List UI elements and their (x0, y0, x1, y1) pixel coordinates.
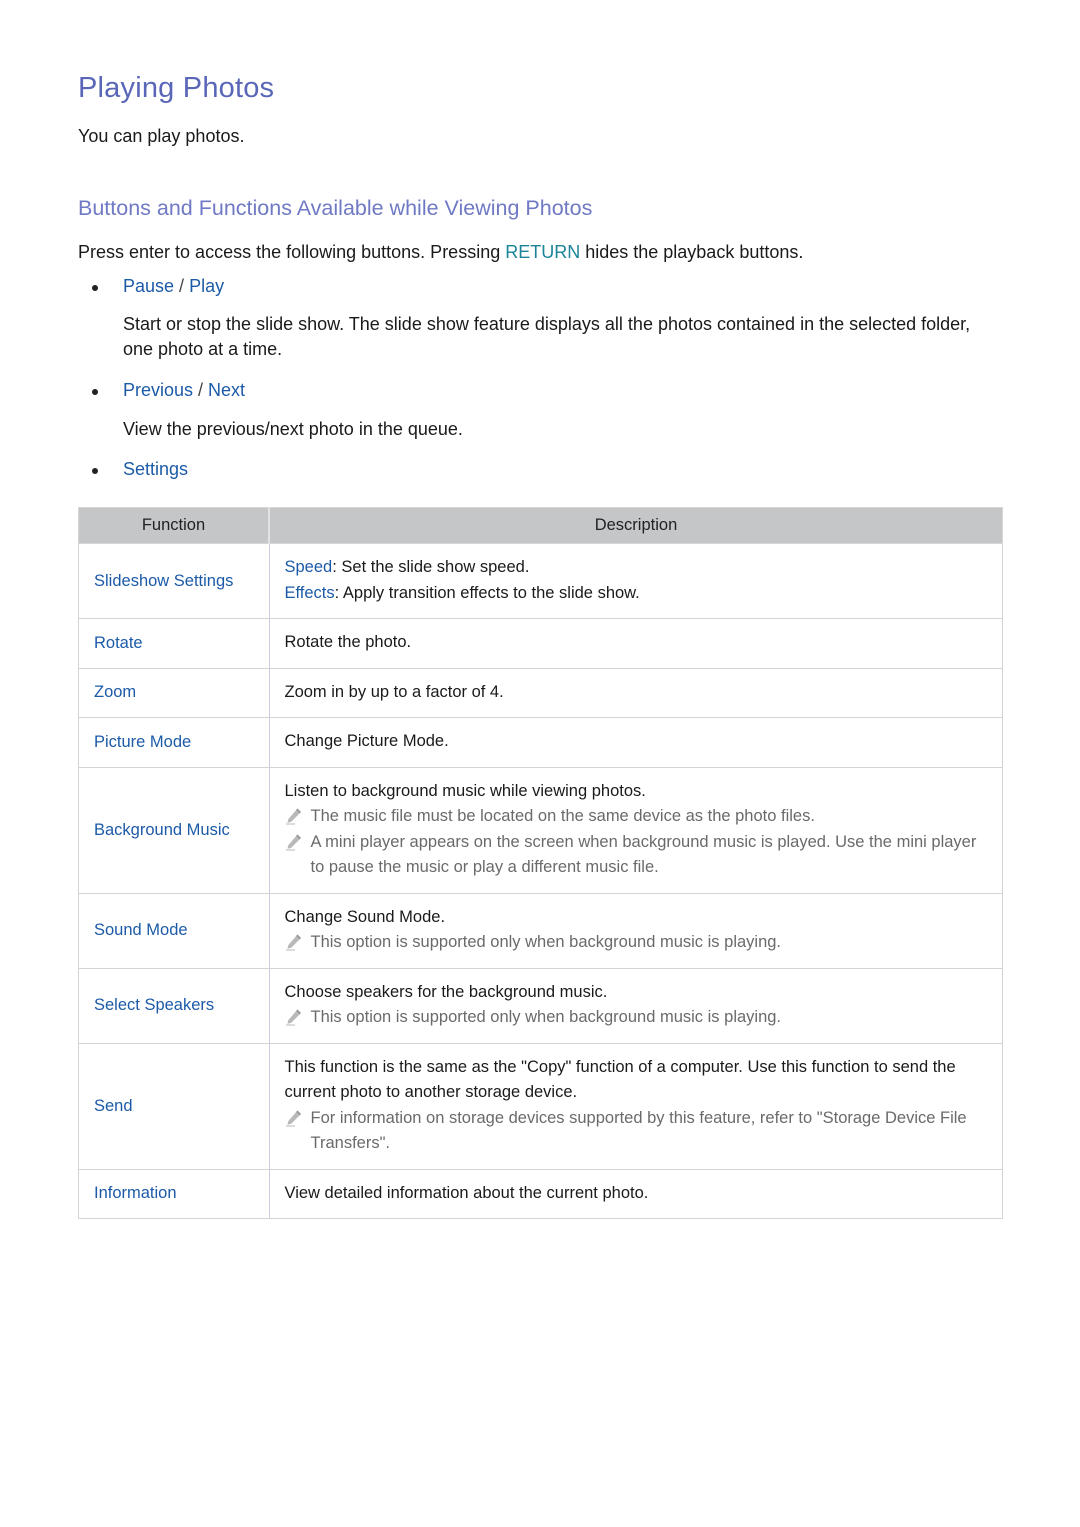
function-description: View detailed information about the curr… (269, 1168, 1003, 1219)
description-text: Change Sound Mode. (284, 907, 446, 926)
pause-label: Pause (123, 276, 175, 296)
note-text: This option is supported only when backg… (310, 1008, 782, 1026)
table-row: Rotate Rotate the photo. (78, 618, 1003, 669)
pencil-icon (285, 1109, 303, 1127)
description-text: This function is the same as the "Copy" … (284, 1057, 956, 1102)
settings-label: Settings (123, 459, 189, 479)
bullet-description: Start or stop the slide show. The slide … (123, 314, 971, 359)
function-description: Speed: Set the slide show speed. Effects:… (269, 543, 1003, 619)
note-text: This option is supported only when backg… (310, 933, 782, 951)
note: This option is supported only when backg… (285, 1005, 989, 1031)
function-name: Slideshow Settings (78, 543, 270, 619)
return-keyword: RETURN (505, 242, 581, 262)
function-name: Zoom (78, 667, 270, 718)
functions-table: Function Description Slideshow Settings S… (78, 507, 1003, 1219)
option-key: Effects (284, 583, 335, 602)
table-header-row: Function Description (78, 507, 1003, 544)
section-title: Buttons and Functions Available while Vi… (78, 196, 593, 220)
next-label: Next (208, 380, 246, 400)
function-name: Sound Mode (78, 892, 270, 969)
table-row: Zoom Zoom in by up to a factor of 4. (78, 667, 1003, 718)
bullet-label: Pause / Play (123, 276, 224, 297)
function-description: Change Sound Mode. This option is support… (269, 892, 1003, 969)
function-name: Background Music (78, 766, 270, 894)
table-row: Information View detailed information abo… (78, 1168, 1003, 1219)
bullet-dot-icon (92, 468, 98, 474)
description-text: Zoom in by up to a factor of 4. (284, 682, 504, 701)
description-text: Choose speakers for the background music… (284, 982, 608, 1001)
page-title: Playing Photos (78, 72, 275, 104)
function-description: Change Picture Mode. (269, 717, 1003, 768)
description-text: Listen to background music while viewing… (284, 781, 646, 800)
pencil-icon (285, 807, 303, 825)
table-row: Select Speakers Choose speakers for the b… (78, 967, 1003, 1044)
description-line: Speed: Set the slide show speed. (285, 555, 989, 581)
bullet-dot-icon (92, 285, 98, 291)
note: This option is supported only when backg… (285, 930, 989, 956)
separator: / (174, 276, 190, 296)
table-row: Picture Mode Change Picture Mode. (78, 717, 1003, 768)
function-name: Information (78, 1168, 270, 1219)
option-key: Speed (284, 558, 333, 576)
pencil-icon (285, 1008, 303, 1026)
function-description: Listen to background music while viewing… (269, 766, 1003, 894)
option-text: : Set the slide show speed. (332, 558, 530, 576)
header-description: Description (268, 507, 1003, 544)
table-row: Slideshow Settings Speed: Set the slide s… (78, 543, 1003, 619)
lead-paragraph: Press enter to access the following butt… (78, 242, 803, 263)
function-description: This function is the same as the "Copy" … (269, 1042, 1003, 1170)
function-name: Send (78, 1042, 270, 1170)
description-line: Effects: Apply transition effects to the… (285, 581, 989, 607)
previous-label: Previous (123, 380, 194, 400)
option-text: : Apply transition effects to the slide … (334, 583, 640, 602)
lead-text-after: hides the playback buttons. (580, 242, 804, 262)
intro-text: You can play photos. (78, 126, 245, 146)
table-row: Sound Mode Change Sound Mode. This option … (78, 892, 1003, 969)
pencil-icon (285, 933, 303, 951)
description-text: Change Picture Mode. (284, 732, 449, 750)
bullet-dot-icon (92, 389, 98, 395)
header-function: Function (78, 507, 270, 544)
note: For information on storage devices suppo… (285, 1106, 989, 1157)
function-name: Rotate (78, 618, 270, 669)
function-description: Zoom in by up to a factor of 4. (269, 667, 1003, 718)
description-text: Rotate the photo. (284, 633, 412, 651)
function-name: Select Speakers (78, 967, 270, 1044)
separator: / (193, 380, 209, 400)
function-description: Choose speakers for the background music… (269, 967, 1003, 1044)
note-text: A mini player appears on the screen when… (310, 832, 977, 877)
bullet-label: Previous / Next (123, 380, 245, 401)
play-label: Play (189, 276, 225, 296)
note-text: The music file must be located on the sa… (310, 807, 815, 825)
note: The music file must be located on the sa… (285, 804, 989, 830)
note: A mini player appears on the screen when… (285, 830, 989, 881)
function-name: Picture Mode (78, 717, 270, 768)
table-row: Background Music Listen to background mus… (78, 766, 1003, 894)
bullet-description: View the previous/next photo in the queu… (123, 419, 463, 439)
description-text: View detailed information about the curr… (284, 1183, 649, 1202)
note-text: For information on storage devices suppo… (310, 1108, 967, 1153)
lead-text-before: Press enter to access the following butt… (78, 242, 506, 262)
pencil-icon (285, 833, 303, 851)
table-row: Send This function is the same as the "Co… (78, 1042, 1003, 1170)
function-description: Rotate the photo. (269, 618, 1003, 669)
